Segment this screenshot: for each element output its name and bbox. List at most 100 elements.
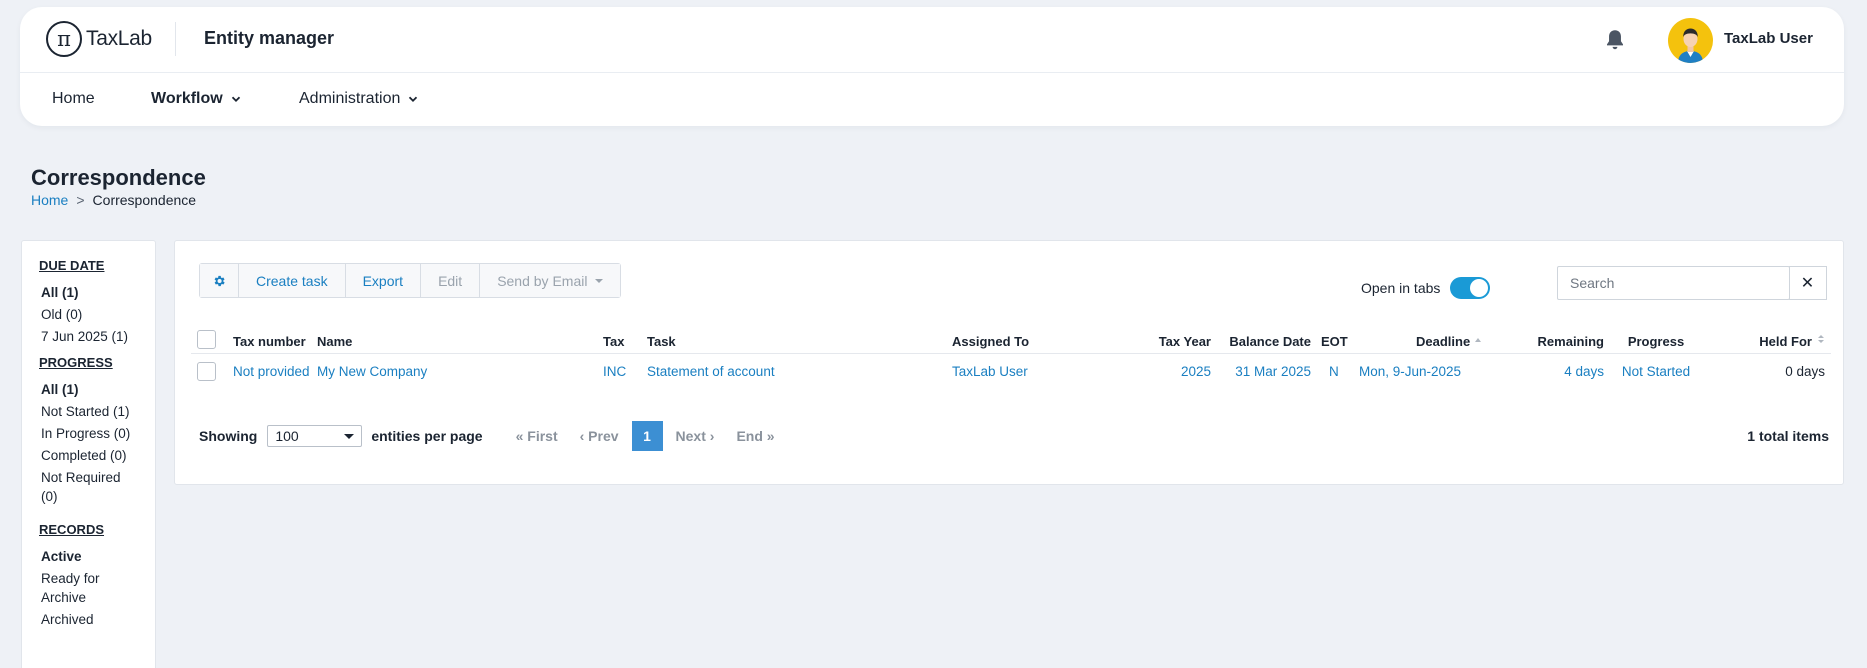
filter-completed[interactable]: Completed (0) [39,446,155,465]
sort-asc-icon [1475,338,1482,342]
send-by-email-label: Send by Email [497,272,588,289]
main-panel: Create task Export Edit Send by Email Op… [174,240,1844,485]
per-page-value: 100 [275,428,299,444]
caret-down-icon [595,278,604,283]
breadcrumb-home[interactable]: Home [31,192,68,208]
filter-due-date[interactable]: 7 Jun 2025 (1) [39,327,155,346]
breadcrumb-current: Correspondence [92,192,197,208]
next-page-button[interactable]: Next › [665,428,726,444]
col-balance-date[interactable]: Balance Date [1211,328,1311,353]
search-input[interactable] [1557,266,1790,300]
progress-group: PROGRESS All (1) Not Started (1) In Prog… [39,355,155,506]
filter-active[interactable]: Active [39,547,155,566]
filter-in-progress[interactable]: In Progress (0) [39,424,155,443]
per-page-select[interactable]: 100 [267,425,363,447]
avatar-person-icon [1678,28,1703,63]
due-date-heading: DUE DATE [39,258,105,273]
app-title: Entity manager [204,28,335,48]
cell-assigned-to[interactable]: TaxLab User [952,354,1028,388]
cell-eot[interactable]: N [1329,354,1339,388]
row-select-cell [197,354,216,388]
cell-held-for: 0 days [1785,363,1825,379]
cell-tax-number[interactable]: Not provided [233,354,310,388]
export-button[interactable]: Export [345,264,422,297]
prev-page-button[interactable]: ‹ Prev [569,428,630,444]
select-all-checkbox[interactable] [197,330,216,349]
current-page-button[interactable]: 1 [631,421,663,451]
sort-icon [1818,335,1824,343]
user-avatar[interactable] [1668,18,1713,63]
clear-search-button[interactable]: ✕ [1789,266,1827,300]
toggle-knob [1470,279,1489,297]
open-in-tabs-toggle[interactable] [1450,277,1491,299]
filter-progress-all[interactable]: All (1) [39,380,155,399]
col-tax[interactable]: Tax [603,328,624,353]
cell-tax[interactable]: INC [603,354,626,388]
top-bar: π TaxLab Entity manager TaxLab User [20,7,1844,73]
taxlab-logo[interactable]: π TaxLab [46,21,152,57]
per-page-label: entities per page [371,428,483,444]
chevron-down-icon [231,96,240,102]
col-assigned-to[interactable]: Assigned To [952,328,1029,353]
col-tax-year[interactable]: Tax Year [1131,328,1211,353]
end-page-button[interactable]: End » [725,428,785,444]
col-task[interactable]: Task [647,328,676,353]
col-eot[interactable]: EOT [1321,328,1348,353]
cell-tax-year[interactable]: 2025 [1131,354,1211,388]
toolbar: Create task Export Edit Send by Email [199,263,622,298]
filter-due-old[interactable]: Old (0) [39,305,155,324]
col-progress[interactable]: Progress [1612,328,1700,353]
table-row[interactable]: Not provided My New Company INC Statemen… [191,354,1831,388]
table-header-row: Tax number Name Tax Task Assigned To Tax… [191,328,1831,354]
cell-balance-date[interactable]: 31 Mar 2025 [1211,354,1311,388]
col-tax-number[interactable]: Tax number [233,328,306,353]
filter-not-started[interactable]: Not Started (1) [39,402,155,421]
col-held-for[interactable]: Held For [1731,328,1825,353]
filter-sidebar: DUE DATE All (1) Old (0) 7 Jun 2025 (1) … [21,240,156,668]
breadcrumb: Home > Correspondence [31,192,196,208]
user-name[interactable]: TaxLab User [1724,30,1813,47]
due-date-group: DUE DATE All (1) Old (0) 7 Jun 2025 (1) [39,258,155,346]
col-remaining[interactable]: Remaining [1511,328,1604,353]
col-name[interactable]: Name [317,328,352,353]
showing-label: Showing [199,428,258,444]
tasks-table: Tax number Name Tax Task Assigned To Tax… [191,328,1831,388]
first-page-button[interactable]: « First [505,428,569,444]
cell-progress[interactable]: Not Started [1612,354,1700,388]
nav-administration[interactable]: Administration [299,90,418,108]
page-title: Correspondence [31,165,206,190]
logo-text: TaxLab [86,27,152,50]
edit-button[interactable]: Edit [421,264,481,297]
send-by-email-button[interactable]: Send by Email [480,264,621,297]
nav-home-label: Home [52,90,95,107]
cell-name[interactable]: My New Company [317,354,427,388]
breadcrumb-separator: > [76,192,85,208]
create-task-button[interactable]: Create task [239,264,346,297]
records-heading: RECORDS [39,522,105,537]
row-checkbox[interactable] [197,361,216,381]
filter-not-required[interactable]: Not Required (0) [39,468,131,506]
cell-deadline[interactable]: Mon, 9-Jun-2025 [1359,354,1461,388]
nav-workflow[interactable]: Workflow [151,90,241,108]
settings-button[interactable] [200,264,239,297]
chevron-down-icon [409,96,418,102]
cell-task[interactable]: Statement of account [647,354,775,388]
col-deadline[interactable]: Deadline [1416,328,1482,353]
col-held-for-label: Held For [1759,334,1812,349]
logo-mark: π [46,21,82,57]
filter-archived[interactable]: Archived [39,610,155,629]
open-in-tabs: Open in tabs [1361,277,1491,299]
header-divider [175,22,176,56]
table-footer: Showing 100 entities per page « First ‹ … [199,421,1829,451]
nav-home[interactable]: Home [52,90,95,108]
bell-icon[interactable] [1602,27,1628,53]
cell-remaining[interactable]: 4 days [1511,354,1604,388]
progress-heading: PROGRESS [39,355,113,370]
records-group: RECORDS Active Ready for Archive Archive… [39,522,155,629]
col-deadline-label: Deadline [1416,334,1471,349]
pagination: « First ‹ Prev 1 Next › End » [505,421,786,451]
filter-ready-for-archive[interactable]: Ready for Archive [39,569,119,607]
filter-due-all[interactable]: All (1) [39,283,155,302]
main-nav: Home Workflow Administration [20,73,1844,126]
dropdown-arrow-icon [344,433,355,439]
